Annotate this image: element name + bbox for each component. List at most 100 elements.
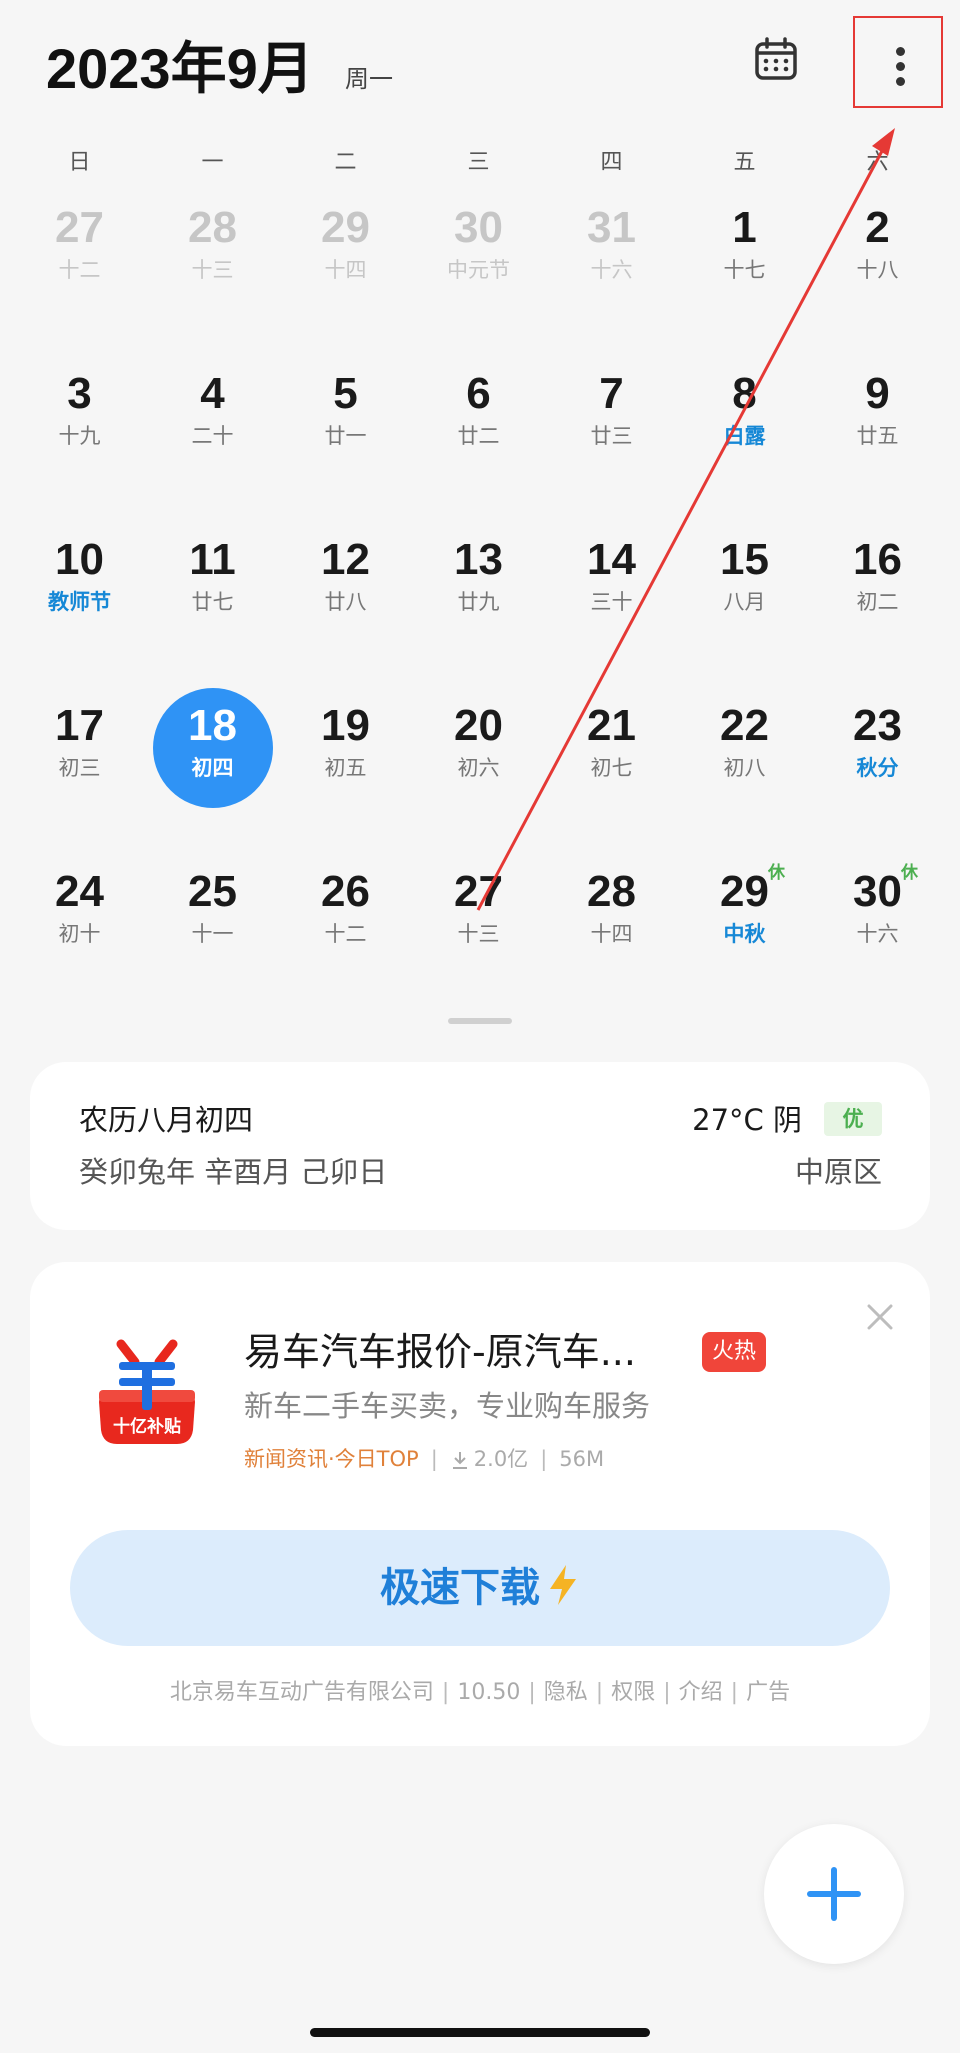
app-icon-text: 十亿补贴 xyxy=(113,1416,181,1437)
calendar-day[interactable]: 28 十四 xyxy=(545,850,678,1016)
weather-summary[interactable]: 27°C 阴 xyxy=(692,1100,802,1140)
download-count: 2.0亿 xyxy=(473,1447,529,1471)
calendar-day[interactable]: 27 十三 xyxy=(412,850,545,1016)
more-options-button[interactable] xyxy=(853,16,943,108)
more-vertical-icon-dot xyxy=(896,77,905,86)
ad-company: 北京易车互动广告有限公司 xyxy=(169,1680,434,1705)
calendar-day[interactable]: 14 三十 xyxy=(545,518,678,684)
calendar-day[interactable]: 22 初八 xyxy=(678,684,811,850)
calendar-day[interactable]: 24 初十 xyxy=(13,850,146,1016)
calendar-day[interactable]: 16 初二 xyxy=(811,518,944,684)
day-number: 11 xyxy=(189,535,236,584)
day-number: 25 xyxy=(188,867,237,916)
weekday-wed: 三 xyxy=(467,150,490,175)
calendar-day[interactable]: 19 初五 xyxy=(279,684,412,850)
lunar-info-card[interactable]: 农历八月初四 癸卯兔年 辛酉月 己卯日 27°C 阴 优 中原区 xyxy=(30,1062,930,1230)
lunar-day-label: 十四 xyxy=(590,922,633,946)
lunar-day-label: 廿七 xyxy=(191,590,234,614)
calendar-day[interactable]: 10 教师节 xyxy=(13,518,146,684)
calendar-day[interactable]: 28 十三 xyxy=(146,186,279,352)
calendar-day[interactable]: 29 十四 xyxy=(279,186,412,352)
calendar-day[interactable]: 9 廿五 xyxy=(811,352,944,518)
day-number: 17 xyxy=(55,701,104,750)
lunar-day-label: 十二 xyxy=(58,258,101,282)
intro-link[interactable]: 介绍 xyxy=(679,1680,723,1705)
ad-description: 新车二手车买卖，专业购车服务 xyxy=(244,1389,651,1423)
calendar-day[interactable]: 13 廿九 xyxy=(412,518,545,684)
calendar-day[interactable]: 31 十六 xyxy=(545,186,678,352)
ad-app-title[interactable]: 易车汽车报价-原汽车... xyxy=(244,1326,636,1378)
holiday-rest-badge: 休 xyxy=(901,863,918,883)
calendar-day[interactable]: 11 廿七 xyxy=(146,518,279,684)
ad-card[interactable]: 十亿补贴 易车汽车报价-原汽车... 火热 新车二手车买卖，专业购车服务 新闻资… xyxy=(30,1262,930,1746)
weekday-sat: 六 xyxy=(866,150,889,175)
calendar-day[interactable]: 17 初三 xyxy=(13,684,146,850)
calendar-day[interactable]: 8 白露 xyxy=(678,352,811,518)
download-button[interactable]: 极速下载 xyxy=(70,1530,890,1646)
ad-close-button[interactable] xyxy=(865,1302,895,1332)
day-number: 7 xyxy=(599,369,624,418)
weekday-tue: 二 xyxy=(334,150,357,175)
app-icon[interactable]: 十亿补贴 xyxy=(85,1332,209,1456)
lunar-day-label: 廿五 xyxy=(856,424,899,448)
separator: | xyxy=(663,1680,671,1705)
district-label: 中原区 xyxy=(794,1155,882,1189)
calendar-day[interactable]: 7 廿三 xyxy=(545,352,678,518)
calendar-day[interactable]: 26 十二 xyxy=(279,850,412,1016)
ad-label: 广告 xyxy=(746,1680,791,1705)
calendar-day[interactable]: 30 十六 休 xyxy=(811,850,944,1016)
ad-version: 10.50 xyxy=(457,1680,521,1705)
calendar-day[interactable]: 23 秋分 xyxy=(811,684,944,850)
calendar-day[interactable]: 5 廿一 xyxy=(279,352,412,518)
calendar-day[interactable]: 12 廿八 xyxy=(279,518,412,684)
festival-label: 中秋 xyxy=(723,922,766,946)
day-number: 29 xyxy=(321,203,370,252)
day-number: 8 xyxy=(732,369,757,418)
calendar-day[interactable]: 30 中元节 xyxy=(412,186,545,352)
day-number: 24 xyxy=(55,867,104,916)
home-indicator[interactable] xyxy=(310,2028,650,2037)
festival-label: 教师节 xyxy=(48,590,111,614)
permissions-link[interactable]: 权限 xyxy=(611,1680,655,1705)
separator: | xyxy=(730,1680,739,1705)
day-number: 2 xyxy=(865,203,890,252)
calendar-day[interactable]: 4 二十 xyxy=(146,352,279,518)
weekday-header: 日 一 二 三 四 五 六 xyxy=(0,148,960,178)
lunar-day-label: 初六 xyxy=(457,756,500,780)
separator: | xyxy=(441,1680,450,1705)
lunar-day-label: 初二 xyxy=(856,590,899,614)
calendar-day[interactable]: 3 十九 xyxy=(13,352,146,518)
calendar-day[interactable]: 15 八月 xyxy=(678,518,811,684)
calendar-day[interactable]: 25 十一 xyxy=(146,850,279,1016)
calendar-day[interactable]: 6 廿二 xyxy=(412,352,545,518)
calendar-day[interactable]: 29 中秋 休 xyxy=(678,850,811,1016)
privacy-link[interactable]: 隐私 xyxy=(544,1680,588,1705)
hot-badge: 火热 xyxy=(702,1332,767,1372)
day-number: 19 xyxy=(321,701,370,750)
day-number: 10 xyxy=(55,535,104,584)
calendar-day[interactable]: 2 十八 xyxy=(811,186,944,352)
lunar-day-label: 初七 xyxy=(590,756,633,780)
calendar-day[interactable]: 21 初七 xyxy=(545,684,678,850)
calendar-day[interactable]: 27 十二 xyxy=(13,186,146,352)
calendar-day[interactable]: 20 初六 xyxy=(412,684,545,850)
ad-meta: 新闻资讯·今日TOP | 2.0亿 | 56M xyxy=(244,1444,604,1474)
calendar-day-selected[interactable]: 18 初四 xyxy=(146,684,279,850)
lunar-day-label: 初十 xyxy=(58,922,101,946)
separator: | xyxy=(528,1680,536,1705)
app-size: 56M xyxy=(559,1447,605,1471)
add-event-button[interactable] xyxy=(764,1824,904,1964)
calendar-day[interactable]: 1 十七 xyxy=(678,186,811,352)
day-number: 20 xyxy=(454,701,503,750)
close-icon xyxy=(867,1304,893,1330)
lunar-day-label: 初八 xyxy=(723,756,766,780)
day-number: 23 xyxy=(853,701,902,750)
drag-handle[interactable] xyxy=(448,1018,512,1024)
weekday-fri: 五 xyxy=(733,150,756,175)
day-number: 3 xyxy=(67,369,92,418)
lunar-day-label: 中元节 xyxy=(447,258,510,282)
lunar-day-label: 十一 xyxy=(191,922,234,946)
calendar-today-button[interactable] xyxy=(752,36,800,84)
holiday-rest-badge: 休 xyxy=(768,863,785,883)
month-title[interactable]: 2023年9月 xyxy=(46,34,314,104)
